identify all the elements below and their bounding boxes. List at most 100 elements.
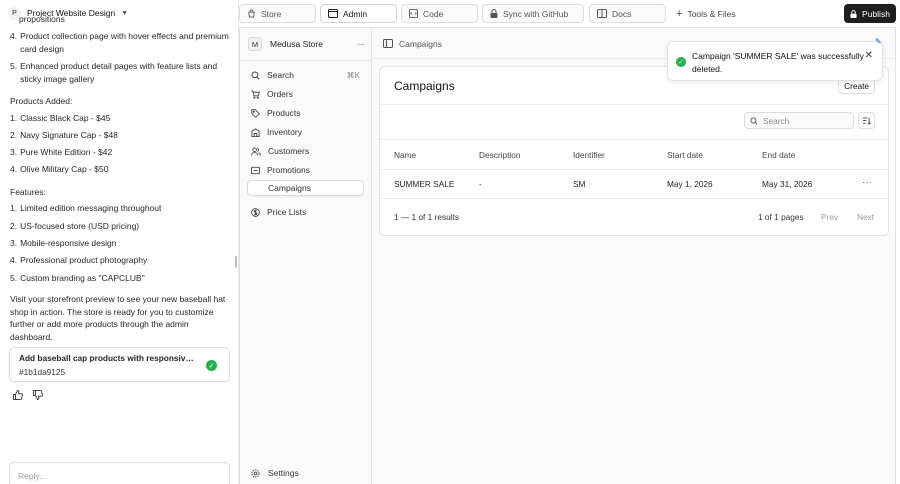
edit-icon[interactable]: ✎ xyxy=(875,37,882,46)
sidebar-item-campaigns[interactable]: Campaigns xyxy=(247,180,364,196)
section-heading: Features: xyxy=(10,186,46,197)
sidebar-item-settings[interactable]: Settings xyxy=(251,468,299,478)
chat-panel: P Project Website Design ▼ propositions … xyxy=(0,0,239,484)
publish-button[interactable]: Publish xyxy=(844,4,896,23)
list-item: 2. Navy Signature Cap - $48 xyxy=(10,129,118,140)
list-item: 1. Limited edition messaging throughout xyxy=(10,203,162,214)
column-header-start-date[interactable]: Start date xyxy=(667,150,703,160)
admin-main: Campaigns Campaigns Create Search Name D… xyxy=(372,28,895,484)
list-item: 1. Classic Black Cap - $45 xyxy=(10,112,111,123)
cell-name[interactable]: SUMMER SALE xyxy=(394,179,454,189)
column-header-identifier[interactable]: Identifier xyxy=(573,150,605,160)
divider xyxy=(240,60,372,61)
page-title: Campaigns xyxy=(394,79,455,93)
prev-button[interactable]: Prev xyxy=(821,212,838,222)
currency-icon xyxy=(251,207,260,217)
list-item: 4. Olive Military Cap - $50 xyxy=(10,164,109,175)
commit-card[interactable]: Add baseball cap products with responsiv… xyxy=(9,347,230,382)
building-icon xyxy=(251,127,260,137)
gear-icon xyxy=(251,468,260,478)
thumbs-down-icon[interactable] xyxy=(32,389,44,401)
tab-admin[interactable]: Admin xyxy=(320,4,397,23)
list-item: 2. US-focused store (USD pricing) xyxy=(10,220,140,231)
store-icon xyxy=(248,9,255,18)
pagination-pages: 1 of 1 pages xyxy=(758,212,804,222)
sidebar-item-promotions[interactable]: Promotions xyxy=(247,162,364,178)
reply-input[interactable]: Reply... xyxy=(9,462,230,484)
commit-id: #1b1da9125 xyxy=(19,367,66,377)
divider xyxy=(380,139,888,140)
cell-start-date: May 1, 2026 xyxy=(667,179,713,189)
tag-icon xyxy=(251,108,260,118)
admin-preview: M Medusa Store ··· Search ⌘K Orders Prod… xyxy=(239,27,896,484)
section-heading: Products Added: xyxy=(10,96,73,107)
closing-paragraph: Visit your storefront preview to see you… xyxy=(10,294,226,342)
list-item: 4. Product collection page with hover eff… xyxy=(10,31,229,54)
tab-store[interactable]: Store xyxy=(239,4,316,23)
row-actions-icon[interactable]: ··· xyxy=(862,177,872,188)
search-placeholder: Search xyxy=(763,115,790,126)
admin-sidebar: M Medusa Store ··· Search ⌘K Orders Prod… xyxy=(240,28,372,484)
tab-docs[interactable]: Docs xyxy=(589,4,666,23)
column-header-name[interactable]: Name xyxy=(394,150,416,160)
toast-message: Campaign 'SUMMER SALE' was successfully … xyxy=(692,51,864,74)
next-button[interactable]: Next xyxy=(857,212,874,222)
cell-end-date: May 31, 2026 xyxy=(762,179,813,189)
sidebar-item-price-lists[interactable]: Price Lists xyxy=(247,204,364,220)
sidebar-item-inventory[interactable]: Inventory xyxy=(247,124,364,140)
receipt-icon xyxy=(251,166,260,174)
sidebar-item-orders[interactable]: Orders xyxy=(247,86,364,102)
shortcut-hint: ⌘K xyxy=(346,70,360,80)
success-toast: ✓ Campaign 'SUMMER SALE' was successfull… xyxy=(667,41,883,81)
tab-sync-github[interactable]: Sync with GitHub xyxy=(482,4,584,23)
cart-icon xyxy=(251,89,260,99)
search-icon xyxy=(750,116,758,125)
users-icon xyxy=(251,146,261,156)
divider xyxy=(380,104,888,105)
divider xyxy=(380,198,888,199)
divider xyxy=(380,169,888,170)
sidebar-item-products[interactable]: Products xyxy=(247,105,364,121)
list-item: 3. Mobile-responsive design xyxy=(10,238,117,249)
close-icon[interactable]: ✕ xyxy=(865,50,873,61)
plus-icon: + xyxy=(676,7,683,20)
campaigns-card: Campaigns Create Search Name Description… xyxy=(379,66,889,236)
sort-button[interactable] xyxy=(858,112,875,129)
search-input[interactable]: Search xyxy=(744,112,854,129)
sidebar-item-search[interactable]: Search ⌘K xyxy=(247,67,364,83)
check-circle-icon: ✓ xyxy=(676,57,686,67)
sidebar-toggle-icon[interactable] xyxy=(383,39,393,48)
tab-code[interactable]: Code xyxy=(401,4,478,23)
list-item: 3. Pure White Edition - $42 xyxy=(10,147,113,158)
feedback-buttons xyxy=(12,389,44,401)
breadcrumb[interactable]: Campaigns xyxy=(399,39,442,49)
thumbs-up-icon[interactable] xyxy=(12,389,24,401)
list-item: 5. Custom branding as "CAPCLUB" xyxy=(10,272,145,283)
store-switcher[interactable]: M Medusa Store ··· xyxy=(248,36,365,52)
store-avatar: M xyxy=(248,37,262,51)
column-header-end-date[interactable]: End date xyxy=(762,150,795,160)
chat-text: propositions xyxy=(19,14,65,24)
admin-icon xyxy=(328,9,338,18)
list-item: 4. Professional product photography xyxy=(10,255,148,266)
top-toolbar: Store Admin Code Sync with GitHub Docs +… xyxy=(239,0,900,27)
sidebar-item-customers[interactable]: Customers xyxy=(247,143,364,159)
code-icon xyxy=(409,9,418,18)
pagination-results: 1 — 1 of 1 results xyxy=(394,212,460,222)
lock-icon xyxy=(850,9,857,18)
lock-icon xyxy=(490,9,498,18)
search-icon xyxy=(251,70,260,79)
chat-message: propositions 4. Product collection page w… xyxy=(10,14,232,343)
check-circle-icon: ✓ xyxy=(206,360,217,371)
sort-icon xyxy=(862,116,871,125)
commit-title: Add baseball cap products with responsiv… xyxy=(19,353,197,363)
panel-resize-handle[interactable] xyxy=(235,256,237,268)
list-item: 5. Enhanced product detail pages with fea… xyxy=(10,61,218,84)
more-icon[interactable]: ··· xyxy=(357,39,365,50)
cell-identifier: SM xyxy=(573,179,586,189)
tools-files-button[interactable]: + Tools & Files xyxy=(676,4,736,23)
store-name: Medusa Store xyxy=(270,39,323,49)
docs-icon xyxy=(597,9,607,18)
cell-description: - xyxy=(479,179,482,189)
column-header-description[interactable]: Description xyxy=(479,150,521,160)
